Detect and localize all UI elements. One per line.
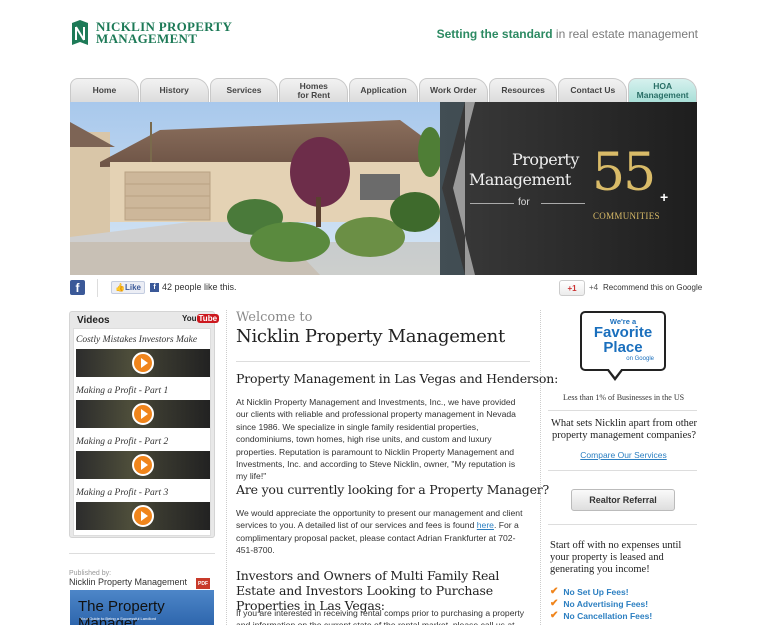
- badge-caption: Less than 1% of Businesses in the US: [562, 393, 685, 402]
- gplus-count: +4: [589, 283, 599, 292]
- videos-panel: Videos You Tube Costly Mistakes Investors…: [69, 311, 220, 538]
- play-icon[interactable]: [132, 403, 154, 425]
- sidebar-divider: [548, 410, 697, 411]
- nav-tab-services[interactable]: Services: [209, 78, 279, 102]
- benefit-item: ✔ No Cancellation Fees!: [550, 610, 652, 621]
- nav-tab-homes-for-rent[interactable]: Homes for Rent: [279, 78, 349, 102]
- videos-title: Videos: [77, 315, 110, 326]
- like-label: Like: [124, 283, 141, 292]
- youtube-tube: Tube: [196, 314, 220, 323]
- realtor-referral-button[interactable]: Realtor Referral: [571, 489, 675, 511]
- nav-tab-application[interactable]: Application: [349, 78, 418, 102]
- magazine-cover[interactable]: The Property Manager Your Guide to Being…: [70, 590, 214, 625]
- youtube-logo-icon[interactable]: You Tube: [182, 314, 220, 323]
- sidebar-divider: [548, 524, 697, 525]
- promo-line2: Management: [469, 170, 571, 189]
- nav-tab-hoa-management[interactable]: HOA Management: [628, 78, 698, 102]
- published-by-label: Published by:: [69, 570, 112, 577]
- main-nav: Home History Services Homes for Rent Applica…: [70, 78, 698, 102]
- promo-rule-left: [470, 203, 514, 204]
- facebook-like-button[interactable]: 👍 Like: [111, 281, 145, 294]
- youtube-you: You: [182, 314, 197, 323]
- section2-heading: Are you currently looking for a Property…: [236, 482, 550, 497]
- benefit-text: No Cancellation Fees!: [563, 610, 653, 621]
- company-logo[interactable]: NICKLIN PROPERTY MANAGEMENT: [70, 19, 232, 47]
- nav-tab-history[interactable]: History: [139, 78, 209, 102]
- nav-tab-contact-us[interactable]: Contact Us: [558, 78, 628, 102]
- badge-google-text: on Google: [626, 356, 654, 362]
- compare-services-link[interactable]: Compare Our Services: [550, 450, 697, 460]
- gplus-label: +1: [567, 283, 577, 293]
- tagline-strong: Setting the standard: [436, 27, 553, 41]
- video-title: Making a Profit - Part 1: [76, 386, 169, 396]
- video-title: Costly Mistakes Investors Make: [76, 335, 198, 345]
- tagline-rest: in real estate management: [552, 27, 698, 41]
- benefit-text: No Set Up Fees!: [563, 586, 629, 597]
- like-count: f 42 people like this.: [150, 282, 237, 292]
- publisher-name: Nicklin Property Management: [69, 577, 188, 587]
- gplus-text: Recommend this on Google: [603, 283, 703, 292]
- left-divider: [69, 553, 215, 554]
- column-separator-right: [540, 310, 541, 625]
- benefit-item: ✔ No Advertising Fees!: [550, 598, 648, 609]
- promo-number: 55: [592, 143, 656, 203]
- video-thumbnail[interactable]: [76, 400, 210, 428]
- checkmark-icon: ✔: [550, 586, 559, 597]
- social-divider: [97, 279, 98, 297]
- promo-rule-right: [541, 203, 585, 204]
- promo-for: for: [518, 197, 530, 208]
- video-title: Making a Profit - Part 3: [76, 488, 169, 498]
- video-item[interactable]: Making a Profit - Part 1: [76, 386, 210, 428]
- section1-text: At Nicklin Property Management and Inves…: [236, 397, 516, 482]
- services-fees-link[interactable]: here: [477, 520, 494, 530]
- favorite-place-badge: We're a Favorite Place on Google: [580, 311, 666, 371]
- promo-communities: COMMUNITIES: [593, 211, 660, 221]
- page-title: Nicklin Property Management: [236, 326, 505, 347]
- play-icon[interactable]: [132, 454, 154, 476]
- pdf-icon[interactable]: PDF: [196, 578, 210, 589]
- nav-tab-home[interactable]: Home: [70, 78, 139, 102]
- section3-text: If you are interested in receiving renta…: [236, 608, 525, 625]
- video-list: Costly Mistakes Investors Make Making a P…: [73, 328, 211, 536]
- title-divider: [236, 361, 530, 362]
- checkmark-icon: ✔: [550, 610, 559, 621]
- section1-heading: Property Management in Las Vegas and Hen…: [236, 371, 559, 386]
- promo-plus: +: [660, 189, 669, 205]
- checkmark-icon: ✔: [550, 598, 559, 609]
- apart-heading: What sets Nicklin apart from other prope…: [550, 418, 698, 441]
- start-off-text: Start off with no expenses until your pr…: [550, 540, 682, 575]
- facebook-mini-icon: f: [150, 282, 159, 292]
- badge-tail-inner: [608, 368, 622, 377]
- tagline: Setting the standard in real estate mana…: [437, 27, 698, 41]
- column-separator-left: [226, 310, 227, 625]
- play-icon[interactable]: [132, 352, 154, 374]
- welcome-label: Welcome to: [236, 310, 313, 325]
- facebook-icon[interactable]: f: [70, 280, 85, 295]
- section2-text: We would appreciate the opportunity to p…: [236, 507, 528, 557]
- benefit-item: ✔ No Set Up Fees!: [550, 586, 629, 597]
- logo-n-icon: [72, 20, 88, 45]
- sidebar-divider: [548, 470, 697, 471]
- badge-big-line2: Place: [603, 339, 643, 356]
- video-thumbnail[interactable]: [76, 502, 210, 530]
- badge-big-line1: Favorite: [593, 324, 653, 341]
- like-count-text: 42 people like this.: [162, 282, 237, 292]
- logo-line2: MANAGEMENT: [96, 31, 198, 46]
- video-item[interactable]: Costly Mistakes Investors Make: [76, 335, 210, 377]
- video-title: Making a Profit - Part 2: [76, 437, 169, 447]
- video-thumbnail[interactable]: [76, 451, 210, 479]
- nav-tab-work-order[interactable]: Work Order: [418, 78, 488, 102]
- video-item[interactable]: Making a Profit - Part 2: [76, 437, 210, 479]
- promo-line1: Property: [512, 150, 579, 169]
- magazine-subtitle: Your Guide to Being a Successful Landlor…: [80, 616, 157, 621]
- nav-tab-resources[interactable]: Resources: [488, 78, 558, 102]
- google-plus-one-button[interactable]: +1: [559, 280, 585, 296]
- video-item[interactable]: Making a Profit - Part 3: [76, 488, 210, 530]
- play-icon[interactable]: [132, 505, 154, 527]
- benefit-text: No Advertising Fees!: [563, 598, 649, 609]
- video-thumbnail[interactable]: [76, 349, 210, 377]
